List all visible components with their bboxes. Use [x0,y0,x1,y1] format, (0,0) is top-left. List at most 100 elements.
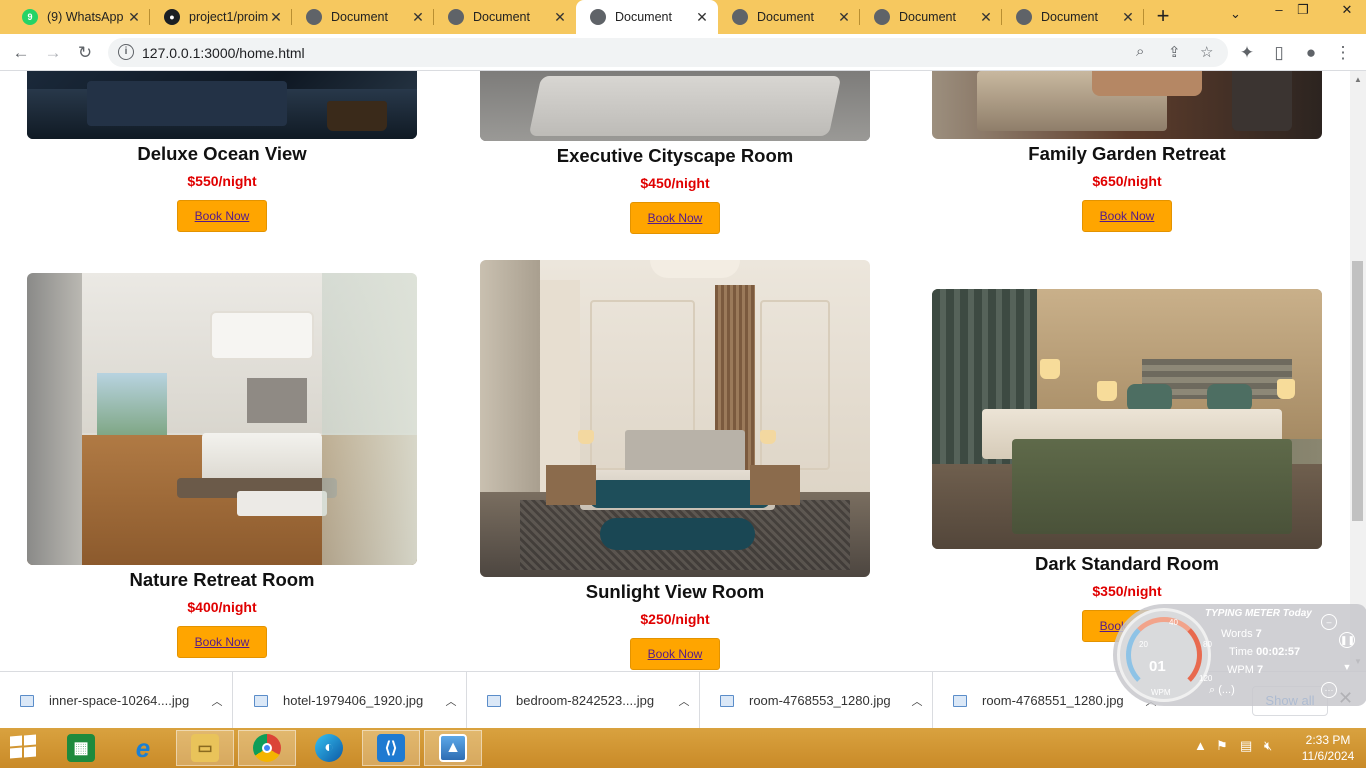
time-label: Time [1229,646,1254,658]
book-now-button[interactable]: Book Now [1082,200,1172,232]
profile-avatar-icon[interactable]: ● [1298,40,1324,66]
room-name: Sunlight View Room [585,581,765,602]
tab-github[interactable]: ● project1/proim ✕ [150,0,292,34]
chevron-down-icon[interactable]: ▼ [1339,660,1355,676]
tab-document[interactable]: Document ✕ [434,0,576,34]
tab-document[interactable]: Document ✕ [292,0,434,34]
tab-whatsapp[interactable]: 9 (9) WhatsApp ✕ [8,0,150,34]
chevron-up-icon[interactable]: ︿ [669,693,699,709]
volume-muted-icon[interactable]: 🔇︎ [1264,738,1272,754]
book-now-button[interactable]: Book Now [177,626,267,658]
room-image [932,289,1322,549]
book-now-button[interactable]: Book Now [630,638,720,670]
chevron-up-icon[interactable]: ︿ [436,693,466,709]
forward-icon[interactable]: → [40,40,66,66]
typing-meter-widget[interactable]: 20 40 80 120 01 WPM TYPING METER Today W… [1113,604,1366,706]
room-card: Deluxe Ocean View $550/night Book Now [27,71,417,232]
close-icon[interactable]: ✕ [126,9,142,26]
more-icon[interactable]: ··· [1321,682,1337,698]
book-now-button[interactable]: Book Now [177,200,267,232]
page-content: Deluxe Ocean View $550/night Book Now Ex… [0,71,1350,671]
download-item[interactable]: room-4768553_1280.jpg ︿ [700,672,933,729]
close-icon[interactable]: ✕ [1120,9,1136,26]
room-price: $400/night [187,599,257,615]
windows-taskbar: ▦ e ▭ ◐ ⟨⟩ ▲ ▲ ⚑ ▤ 🔇︎ 2:33 PM 11/6/2024 [0,728,1366,768]
menu-icon[interactable]: ⋮ [1330,40,1356,66]
room-name: Executive Cityscape Room [556,145,794,166]
bookmark-star-icon[interactable]: ☆ [1200,43,1213,61]
chevron-up-icon[interactable]: ︿ [902,693,932,709]
excel-icon[interactable]: ▦ [52,730,110,766]
image-file-icon [720,694,734,707]
close-icon[interactable]: ✕ [410,9,426,26]
edge-icon[interactable]: ◐ [300,730,358,766]
globe-icon [590,9,606,25]
photos-icon[interactable]: ▲ [424,730,482,766]
tab-document[interactable]: Document ✕ [1002,0,1144,34]
download-filename: room-4768551_1280.jpg [982,693,1124,708]
address-bar[interactable]: i 127.0.0.1:3000/home.html ⌕ ⇪ ☆ [108,38,1228,67]
show-hidden-icons-icon[interactable]: ▲ [1194,738,1207,753]
scroll-up-icon[interactable]: ▲ [1354,75,1362,84]
search-icon[interactable]: ⌕ [1209,684,1215,696]
tab-document[interactable]: Document ✕ [718,0,860,34]
close-icon[interactable]: ✕ [836,9,852,26]
room-name: Family Garden Retreat [1028,143,1226,164]
download-item[interactable]: inner-space-10264....jpg ︿ [0,672,233,729]
window-close-icon[interactable]: ✕ [1328,0,1366,22]
wpm-label: WPM [1227,664,1254,676]
minimize-icon[interactable]: – [1321,614,1337,630]
share-icon[interactable]: ⇪ [1168,43,1181,61]
download-item[interactable]: bedroom-8242523....jpg ︿ [467,672,700,729]
internet-explorer-icon[interactable]: e [114,730,172,766]
close-icon[interactable]: ✕ [694,9,710,26]
download-filename: bedroom-8242523....jpg [516,693,655,708]
page-scrollbar[interactable]: ▲ ▼ [1350,71,1366,671]
room-price: $250/night [640,611,710,627]
globe-icon [732,9,748,25]
close-icon[interactable]: ✕ [268,9,284,26]
chrome-icon[interactable] [238,730,296,766]
tab-document[interactable]: Document ✕ [860,0,1002,34]
close-icon[interactable]: ✕ [552,9,568,26]
room-name: Deluxe Ocean View [137,143,307,164]
tab-search-icon[interactable]: ⌄ [1230,6,1241,22]
pause-icon[interactable]: ❚❚ [1339,632,1355,648]
globe-icon [448,9,464,25]
room-name: Nature Retreat Room [129,569,315,590]
start-button[interactable] [10,734,38,760]
tab-document-active[interactable]: Document ✕ [576,0,718,34]
room-image [480,71,870,141]
new-tab-button[interactable]: + [1150,4,1176,30]
dial-tick: 20 [1139,640,1148,649]
file-explorer-icon[interactable]: ▭ [176,730,234,766]
image-file-icon [953,694,967,707]
tab-title: (9) WhatsApp [47,10,124,24]
download-item[interactable]: hotel-1979406_1920.jpg ︿ [234,672,467,729]
room-card: Dark Standard Room $350/night Book Now [932,289,1322,642]
image-file-icon [487,694,501,707]
book-now-button[interactable]: Book Now [630,202,720,234]
minimize-icon[interactable]: – [1266,0,1292,22]
close-icon[interactable]: ✕ [978,9,994,26]
words-value: 7 [1255,628,1262,640]
side-panel-icon[interactable]: ▯ [1266,40,1292,66]
vscode-icon[interactable]: ⟨⟩ [362,730,420,766]
room-image [480,260,870,577]
restore-icon[interactable]: ❐ [1290,0,1316,22]
extensions-icon[interactable]: ✦ [1234,40,1260,66]
url-text[interactable]: 127.0.0.1:3000/home.html [142,45,305,61]
room-name: Dark Standard Room [1034,553,1219,574]
zoom-icon[interactable]: ⌕ [1136,43,1144,60]
network-icon[interactable]: ▤ [1240,738,1252,754]
system-clock[interactable]: 2:33 PM 11/6/2024 [1296,732,1360,764]
back-icon[interactable]: ← [8,40,34,66]
site-info-icon[interactable]: i [118,44,134,60]
action-center-flag-icon[interactable]: ⚑ [1216,738,1228,754]
room-price: $550/night [187,173,257,189]
scrollbar-thumb[interactable] [1352,261,1363,521]
room-card: Family Garden Retreat $650/night Book No… [932,71,1322,232]
reload-icon[interactable]: ↻ [72,40,98,66]
chevron-up-icon[interactable]: ︿ [202,693,232,709]
image-file-icon [20,694,34,707]
